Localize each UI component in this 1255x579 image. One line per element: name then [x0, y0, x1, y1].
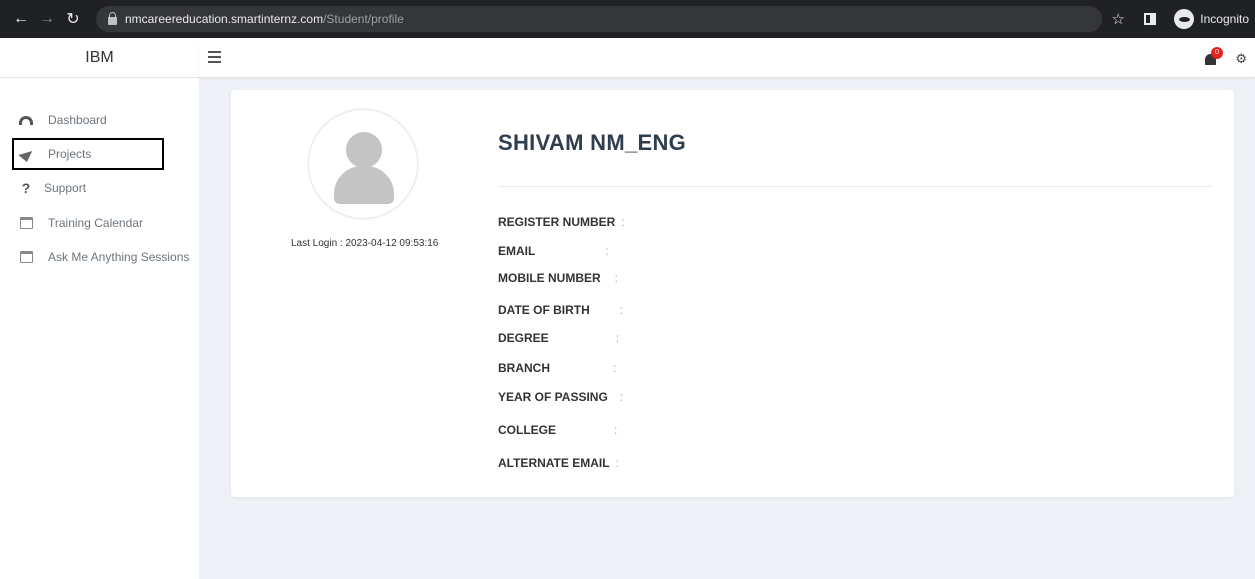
back-arrow-icon[interactable]: ←	[8, 10, 34, 28]
sidebar-item-label: Support	[44, 181, 87, 195]
field-date-of-birth: DATE OF BIRTH :	[498, 303, 623, 317]
brand-logo[interactable]: IBM	[0, 38, 199, 78]
paper-plane-icon	[17, 145, 35, 163]
star-icon[interactable]: ☆	[1112, 10, 1125, 28]
field-label: MOBILE NUMBER	[498, 271, 601, 285]
field-label: REGISTER NUMBER	[498, 215, 616, 229]
sidebar-item-label: Dashboard	[48, 113, 107, 127]
url-host: nmcareereducation.smartinternz.com	[125, 12, 324, 26]
incognito-label: Incognito	[1200, 12, 1249, 26]
field-label: DATE OF BIRTH	[498, 303, 590, 317]
forward-arrow-icon[interactable]: →	[34, 10, 60, 28]
top-navbar: 0 ⚙	[199, 38, 1255, 78]
field-degree: DEGREE :	[498, 331, 619, 345]
field-separator: :	[613, 361, 617, 375]
field-separator: :	[621, 215, 625, 229]
dashboard-icon	[18, 112, 34, 128]
field-separator: :	[615, 331, 620, 345]
browser-toolbar: ← → ↻ nmcareereducation.smartinternz.com…	[0, 0, 1255, 38]
address-bar[interactable]: nmcareereducation.smartinternz.com/Stude…	[96, 6, 1102, 32]
user-icon	[346, 132, 382, 168]
last-login: Last Login : 2023-04-12 09:53:16	[291, 238, 439, 249]
field-register-number: REGISTER NUMBER :	[498, 215, 625, 229]
menu-icon[interactable]	[208, 51, 221, 63]
field-year-of-passing: YEAR OF PASSING :	[498, 390, 623, 404]
field-label: COLLEGE	[498, 423, 557, 437]
field-label: BRANCH	[498, 361, 550, 375]
field-separator: :	[615, 456, 619, 470]
calendar-icon	[18, 215, 34, 231]
profile-name: SHIVAM NM_ENG	[498, 130, 687, 155]
field-mobile-number: MOBILE NUMBER :	[498, 271, 618, 285]
calendar-icon	[18, 249, 34, 265]
field-separator: :	[619, 390, 624, 404]
field-label: EMAIL	[498, 244, 536, 258]
bell-icon[interactable]: 0	[1204, 47, 1223, 66]
incognito-icon	[1174, 9, 1195, 29]
field-branch: BRANCH :	[498, 361, 616, 375]
field-separator: :	[619, 303, 624, 317]
sidebar-item-label: Training Calendar	[48, 216, 143, 230]
side-panel-icon[interactable]	[1144, 13, 1156, 25]
url-path: /Student/profile	[323, 12, 404, 26]
field-label: DEGREE	[498, 331, 549, 345]
field-label: ALTERNATE EMAIL	[498, 456, 610, 470]
sidebar-item-label: Projects	[48, 147, 92, 161]
sidebar-item-dashboard[interactable]: Dashboard	[12, 104, 107, 136]
field-separator: :	[614, 271, 619, 285]
sidebar-item-support[interactable]: ? Support	[12, 172, 86, 204]
divider	[498, 186, 1212, 187]
sidebar-item-training-calendar[interactable]: Training Calendar	[12, 207, 143, 239]
field-separator: :	[605, 244, 609, 258]
gear-icon[interactable]: ⚙	[1235, 51, 1247, 67]
lock-icon[interactable]	[108, 11, 117, 25]
notification-badge: 0	[1211, 47, 1223, 59]
sidebar-item-projects[interactable]: Projects	[12, 138, 164, 170]
incognito-indicator[interactable]: Incognito	[1174, 7, 1249, 31]
sidebar-item-label: Ask Me Anything Sessions	[48, 250, 190, 264]
avatar	[308, 109, 418, 219]
field-email: EMAIL :	[498, 244, 609, 258]
question-icon: ?	[21, 180, 31, 196]
field-alternate-email: ALTERNATE EMAIL :	[498, 456, 619, 470]
sidebar-item-ama-sessions[interactable]: Ask Me Anything Sessions	[12, 241, 189, 273]
reload-icon[interactable]: ↻	[60, 9, 86, 29]
profile-card: Last Login : 2023-04-12 09:53:16 SHIVAM …	[231, 90, 1234, 497]
field-college: COLLEGE :	[498, 423, 617, 437]
field-separator: :	[614, 423, 618, 437]
sidebar: Dashboard Projects ? Support Training Ca…	[0, 78, 199, 579]
field-label: YEAR OF PASSING	[498, 390, 608, 404]
